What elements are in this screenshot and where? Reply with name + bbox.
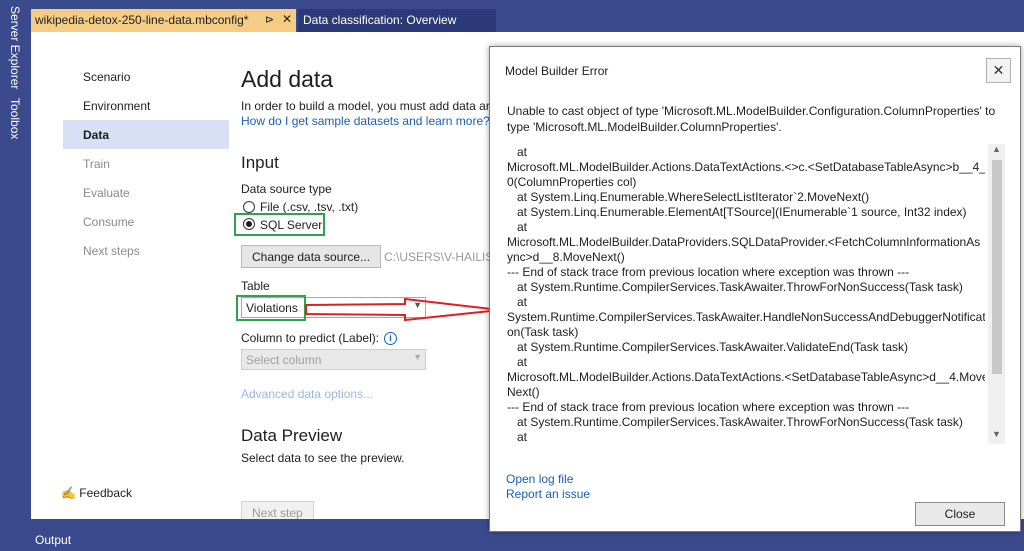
trace-line: at System.Runtime.CompilerServices.TaskA… bbox=[507, 340, 909, 354]
table-label: Table bbox=[241, 279, 270, 293]
trace-line: ync>d__8.MoveNext() bbox=[507, 250, 625, 264]
source-path: C:\USERS\V-HAILISH bbox=[384, 250, 503, 264]
close-button[interactable]: Close bbox=[915, 502, 1005, 526]
feedback-icon: ✍ bbox=[61, 486, 76, 500]
trace-line: at bbox=[507, 430, 528, 443]
trace-line: 0(ColumnProperties col) bbox=[507, 175, 637, 189]
model-builder-error-dialog: Model Builder Error ✕ Unable to cast obj… bbox=[489, 46, 1021, 532]
input-heading: Input bbox=[241, 153, 279, 172]
tab-mbconfig-label: wikipedia-detox-250-line-data.mbconfig* bbox=[35, 13, 249, 27]
trace-line: Next() bbox=[507, 385, 540, 399]
trace-scrollbar[interactable]: ▲ ▼ bbox=[988, 144, 1005, 444]
trace-line: Microsoft.ML.ModelBuilder.Actions.DataTe… bbox=[507, 160, 985, 174]
scroll-down-icon[interactable]: ▼ bbox=[988, 429, 1005, 444]
column-select: Select column ▼ bbox=[241, 349, 426, 370]
dialog-title: Model Builder Error bbox=[505, 64, 609, 78]
side-tool-strip: Server Explorer Toolbox bbox=[0, 0, 31, 551]
trace-line: on(Task task) bbox=[507, 325, 579, 339]
nav-item-scenario[interactable]: Scenario bbox=[63, 62, 229, 91]
tab-data-classification[interactable]: Data classification: Overview bbox=[298, 9, 496, 32]
error-message: Unable to cast object of type 'Microsoft… bbox=[507, 104, 996, 134]
trace-line: at System.Runtime.CompilerServices.TaskA… bbox=[507, 280, 963, 294]
nav-item-train: Train bbox=[83, 157, 110, 171]
feedback-link[interactable]: ✍ Feedback bbox=[61, 486, 132, 500]
trace-line: System.Runtime.CompilerServices.TaskAwai… bbox=[507, 310, 985, 324]
column-select-placeholder: Select column bbox=[246, 353, 322, 367]
sql-server-highlight bbox=[234, 213, 325, 236]
page-title: Add data bbox=[241, 66, 334, 92]
tab-data-classification-label: Data classification: Overview bbox=[303, 13, 457, 27]
advanced-data-options-link: Advanced data options... bbox=[241, 387, 374, 401]
server-explorer-tab[interactable]: Server Explorer bbox=[8, 6, 22, 89]
nav-item-consume: Consume bbox=[83, 215, 135, 229]
stack-trace: at Microsoft.ML.ModelBuilder.Actions.Dat… bbox=[507, 145, 985, 443]
trace-line: at System.Linq.Enumerable.ElementAt[TSou… bbox=[507, 205, 967, 219]
trace-line: at System.Linq.Enumerable.WhereSelectLis… bbox=[507, 190, 870, 204]
scrollbar-thumb[interactable] bbox=[992, 160, 1002, 374]
trace-line: at bbox=[507, 355, 528, 369]
table-highlight bbox=[236, 295, 306, 321]
info-icon[interactable]: i bbox=[384, 332, 397, 345]
trace-line: at bbox=[507, 145, 528, 159]
column-to-predict-label: Column to predict (Label): bbox=[241, 331, 380, 345]
file-radio[interactable] bbox=[243, 201, 255, 213]
close-icon[interactable]: ✕ bbox=[282, 12, 292, 26]
intro-text: In order to build a model, you must add … bbox=[241, 99, 490, 113]
file-option-label: File (.csv, .tsv, .txt) bbox=[260, 200, 359, 214]
data-preview-text: Select data to see the preview. bbox=[241, 451, 405, 465]
trace-line: --- End of stack trace from previous loc… bbox=[507, 400, 910, 414]
scroll-up-icon[interactable]: ▲ bbox=[988, 144, 1005, 159]
nav-item-data[interactable]: Data bbox=[63, 120, 229, 149]
trace-line: Microsoft.ML.ModelBuilder.Actions.DataTe… bbox=[507, 370, 985, 384]
chevron-down-icon: ▼ bbox=[413, 300, 422, 310]
nav-item-next-steps: Next steps bbox=[83, 244, 140, 258]
open-log-file-link[interactable]: Open log file bbox=[506, 472, 573, 486]
trace-line: Microsoft.ML.ModelBuilder.DataProviders.… bbox=[507, 235, 981, 249]
report-issue-link[interactable]: Report an issue bbox=[506, 487, 590, 501]
pin-icon[interactable]: ⊳ bbox=[265, 13, 274, 26]
nav-item-environment[interactable]: Environment bbox=[63, 91, 229, 120]
toolbox-tab[interactable]: Toolbox bbox=[8, 98, 22, 139]
trace-line: at bbox=[507, 220, 528, 234]
change-data-source-button[interactable]: Change data source... bbox=[241, 245, 382, 268]
trace-line: at System.Runtime.CompilerServices.TaskA… bbox=[507, 415, 963, 429]
close-icon[interactable]: ✕ bbox=[986, 58, 1011, 83]
sample-datasets-link[interactable]: How do I get sample datasets and learn m… bbox=[241, 114, 490, 128]
tab-mbconfig[interactable]: wikipedia-detox-250-line-data.mbconfig* … bbox=[31, 9, 296, 32]
data-source-label: Data source type bbox=[241, 182, 332, 196]
data-preview-heading: Data Preview bbox=[241, 426, 343, 445]
trace-line: --- End of stack trace from previous loc… bbox=[507, 265, 910, 279]
chevron-down-icon: ▼ bbox=[413, 352, 422, 362]
trace-line: at bbox=[507, 295, 528, 309]
nav-item-evaluate: Evaluate bbox=[83, 186, 130, 200]
feedback-label: Feedback bbox=[79, 486, 132, 500]
